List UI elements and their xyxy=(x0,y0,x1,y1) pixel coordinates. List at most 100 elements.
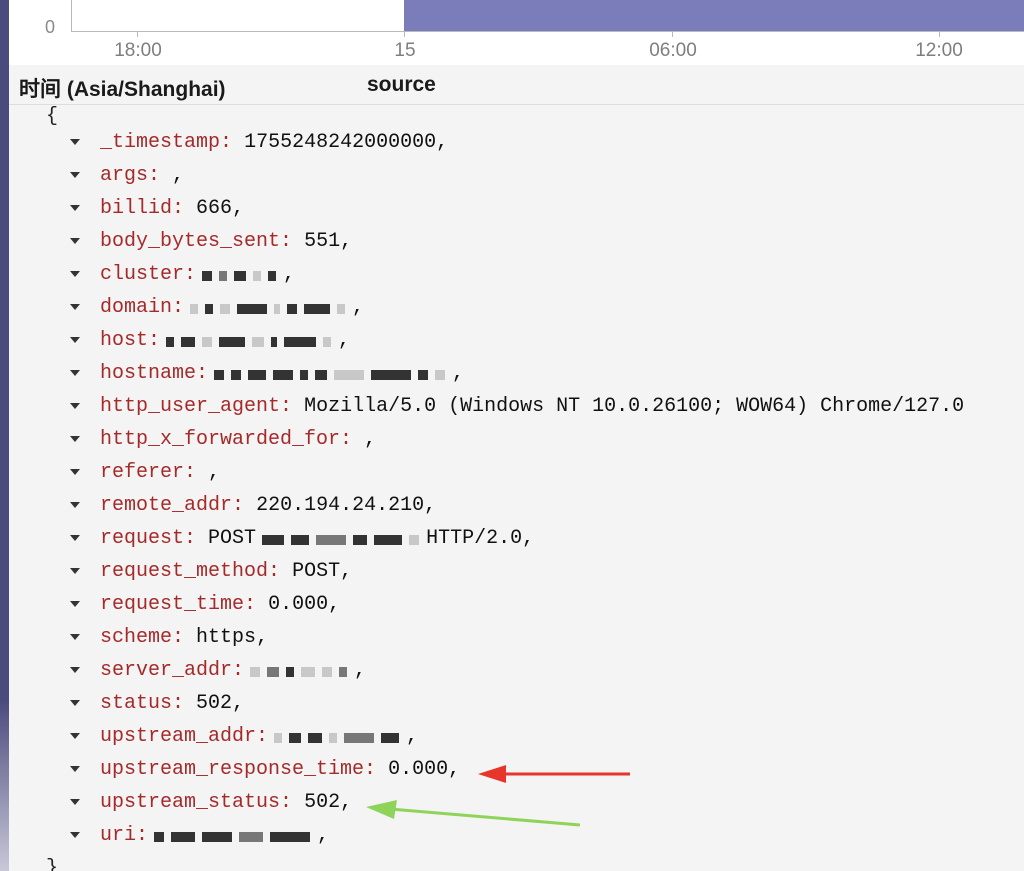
json-field: remote_addr: 220.194.24.210, xyxy=(100,493,436,519)
caret-down-icon[interactable] xyxy=(70,700,80,706)
json-colon: : xyxy=(184,527,197,550)
json-key: request_method xyxy=(100,560,269,583)
caret-down-icon[interactable] xyxy=(70,436,80,442)
json-colon: : xyxy=(256,725,269,748)
json-comma: , xyxy=(522,527,535,550)
column-source[interactable]: source xyxy=(367,73,436,97)
json-field-row: body_bytes_sent: 551, xyxy=(9,227,1024,260)
json-field-row: server_addr:, xyxy=(9,656,1024,689)
json-field: status: 502, xyxy=(100,691,244,717)
caret-down-icon[interactable] xyxy=(70,469,80,475)
json-colon: : xyxy=(172,626,185,649)
json-key: host xyxy=(100,329,149,352)
json-value: 1755248242000000 xyxy=(244,131,437,154)
json-key: http_user_agent xyxy=(100,395,281,418)
json-value: 666 xyxy=(196,197,233,220)
json-key: upstream_status xyxy=(100,791,281,814)
json-key: scheme xyxy=(100,626,173,649)
x-axis-tick-label: 12:00 xyxy=(915,40,963,61)
column-time[interactable]: 时间 (Asia/Shanghai) xyxy=(19,73,226,103)
json-field: upstream_status: 502, xyxy=(100,790,352,816)
redacted-value xyxy=(214,364,452,382)
json-field: billid: 666, xyxy=(100,196,244,222)
json-key: domain xyxy=(100,296,173,319)
caret-down-icon[interactable] xyxy=(70,535,80,541)
json-field: upstream_response_time: 0.000, xyxy=(100,757,460,783)
json-colon: : xyxy=(232,494,245,517)
json-colon: : xyxy=(364,758,377,781)
json-key: upstream_response_time xyxy=(100,758,365,781)
caret-down-icon[interactable] xyxy=(70,238,80,244)
json-colon: : xyxy=(280,230,293,253)
histogram-chart: 0 18:00 15 06:00 12:00 xyxy=(9,0,1024,65)
json-field: request: POST HTTP/2.0, xyxy=(100,526,534,552)
json-colon: : xyxy=(184,461,197,484)
json-key: request xyxy=(100,527,185,550)
json-comma: , xyxy=(340,560,353,583)
json-open-brace: { xyxy=(46,105,59,128)
caret-down-icon[interactable] xyxy=(70,271,80,277)
json-field: request_time: 0.000, xyxy=(100,592,340,618)
x-axis-tick xyxy=(672,32,673,37)
json-comma: , xyxy=(352,428,377,451)
json-value: 0.000 xyxy=(268,593,329,616)
json-comma: , xyxy=(354,659,367,682)
caret-down-icon[interactable] xyxy=(70,172,80,178)
json-comma: , xyxy=(317,824,330,847)
caret-down-icon[interactable] xyxy=(70,799,80,805)
caret-down-icon[interactable] xyxy=(70,205,80,211)
caret-down-icon[interactable] xyxy=(70,139,80,145)
redacted-value xyxy=(274,727,406,745)
red-annotation-arrow xyxy=(478,765,630,783)
json-key: body_bytes_sent xyxy=(100,230,281,253)
json-comma: , xyxy=(328,593,341,616)
json-key: billid xyxy=(100,197,173,220)
json-value-suffix: HTTP/2.0 xyxy=(426,527,523,550)
caret-down-icon[interactable] xyxy=(70,667,80,673)
json-field-row: http_x_forwarded_for: , xyxy=(9,425,1024,458)
json-colon: : xyxy=(280,395,293,418)
caret-down-icon[interactable] xyxy=(70,502,80,508)
json-colon: : xyxy=(244,593,257,616)
json-field-row: hostname:, xyxy=(9,359,1024,392)
json-field-row: request_method: POST, xyxy=(9,557,1024,590)
json-value: Mozilla/5.0 (Windows NT 10.0.26100; WOW6… xyxy=(304,395,965,418)
json-comma: , xyxy=(256,626,269,649)
caret-down-icon[interactable] xyxy=(70,832,80,838)
json-colon: : xyxy=(184,263,197,286)
json-key: http_x_forwarded_for xyxy=(100,428,341,451)
caret-down-icon[interactable] xyxy=(70,766,80,772)
json-key: remote_addr xyxy=(100,494,233,517)
x-axis-tick-label: 06:00 xyxy=(649,40,697,61)
redacted-value xyxy=(250,661,354,679)
json-colon: : xyxy=(268,560,281,583)
caret-down-icon[interactable] xyxy=(70,403,80,409)
json-value: https xyxy=(196,626,257,649)
caret-down-icon[interactable] xyxy=(70,634,80,640)
json-value: 0.000 xyxy=(388,758,449,781)
json-key: referer xyxy=(100,461,185,484)
caret-down-icon[interactable] xyxy=(70,370,80,376)
json-field: host:, xyxy=(100,328,350,354)
x-axis-tick xyxy=(939,32,940,37)
redacted-value xyxy=(166,331,338,349)
json-field-row: _timestamp: 1755248242000000, xyxy=(9,128,1024,161)
json-field: body_bytes_sent: 551, xyxy=(100,229,352,255)
x-axis-tick xyxy=(404,32,405,37)
json-colon: : xyxy=(136,824,149,847)
caret-down-icon[interactable] xyxy=(70,733,80,739)
caret-down-icon[interactable] xyxy=(70,337,80,343)
histogram-bar[interactable] xyxy=(404,0,1024,31)
json-field-row: http_user_agent: Mozilla/5.0 (Windows NT… xyxy=(9,392,1024,425)
json-key: request_time xyxy=(100,593,245,616)
results-column-header: 时间 (Asia/Shanghai) source xyxy=(9,65,1024,105)
json-field: http_x_forwarded_for: , xyxy=(100,427,376,453)
json-field: scheme: https, xyxy=(100,625,268,651)
json-field: upstream_addr:, xyxy=(100,724,418,750)
x-axis-tick xyxy=(137,32,138,37)
caret-down-icon[interactable] xyxy=(70,304,80,310)
json-field-row: cluster:, xyxy=(9,260,1024,293)
json-field-row: domain:, xyxy=(9,293,1024,326)
caret-down-icon[interactable] xyxy=(70,601,80,607)
caret-down-icon[interactable] xyxy=(70,568,80,574)
